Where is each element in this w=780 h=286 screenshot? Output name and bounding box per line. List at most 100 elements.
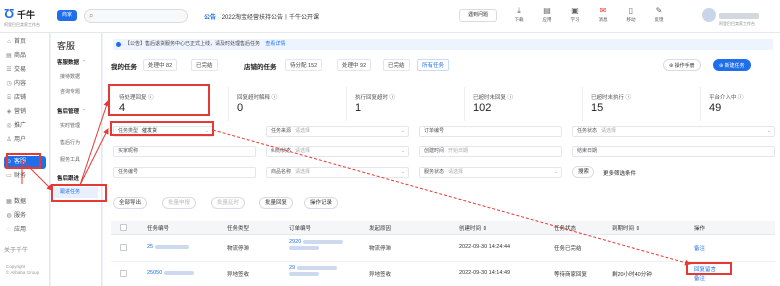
row-checkbox[interactable] (120, 270, 127, 277)
search-button[interactable]: 搜索 (572, 166, 594, 178)
sub-group-service-data[interactable]: 客服数据 ⌃ (57, 58, 87, 66)
nav-service-market[interactable]: ◍ 服务 (4, 210, 46, 223)
field-label: 结束日期 (577, 148, 598, 154)
nav-data[interactable]: ▦ 数据 (4, 196, 46, 209)
sub-item-followup-task[interactable]: 跟进任务 (54, 187, 98, 198)
help-button[interactable]: 遇到问题 (459, 9, 498, 22)
nav-promotion[interactable]: ◎ 推广 (4, 120, 46, 133)
stat-pending-reply[interactable]: 待处理回复 ⓘ 4 (111, 87, 229, 121)
service-market-icon: ◍ (6, 213, 12, 219)
field-label: 商品名称 (271, 169, 292, 175)
order-number-input[interactable]: 订单编号 (419, 126, 562, 137)
nav-store[interactable]: ⌸ 店铺 (4, 92, 46, 105)
col-due-time[interactable]: 到期时间 ⇕ (612, 224, 640, 232)
nav-store-label: 店铺 (14, 95, 27, 101)
stat-platform-intervention[interactable]: 平台介入中 ⓘ 49 (701, 87, 780, 121)
export-all-button[interactable]: 全部导出 (113, 197, 148, 209)
content-icon: ◷ (6, 81, 12, 87)
col-actions: 操作 (694, 226, 706, 232)
avatar[interactable] (702, 8, 716, 22)
nav-apps[interactable]: ◌ 应用 (4, 224, 46, 237)
announcement-bar[interactable]: 公告 2022淘宝经营扶持公告丨千牛公开课 (204, 12, 319, 21)
task-id[interactable]: 25050 (147, 270, 194, 276)
manual-button[interactable]: ⊛ 操作手册 (663, 59, 701, 71)
toolbar-feedback[interactable]: ✎ 反馈 (648, 6, 670, 23)
created-end-date[interactable]: 结束日期 (572, 146, 775, 157)
created-start-date[interactable]: 创建时间 开始日期 (419, 146, 562, 157)
stat-value: 4 (119, 102, 126, 114)
nav-service[interactable]: ☺ 客服 (4, 156, 46, 169)
learn-icon: ▣ (571, 6, 579, 15)
sub-item-service-tools[interactable]: 服务工具 (60, 156, 80, 163)
stat-exec-timeout[interactable]: 执行回复超时 ⓘ 1 (347, 87, 465, 121)
chip-my-completed[interactable]: 已完结 (191, 59, 218, 71)
nav-marketing[interactable]: ◈ 营销 (4, 106, 46, 119)
batch-declare-button[interactable]: 批量申报 (162, 197, 197, 209)
remark-link[interactable]: 备注 (694, 244, 705, 252)
store-switch-button[interactable]: 商家 (57, 10, 78, 21)
sub-group-aftersale-followup[interactable]: 售后跟进 ⌃ (57, 174, 87, 182)
more-filters-link[interactable]: 更多筛选条件 (603, 169, 636, 177)
toolbar-message[interactable]: ✉ 消息 (592, 6, 614, 23)
stat-value: 0 (237, 102, 244, 114)
nav-content[interactable]: ◷ 内容 (4, 78, 46, 91)
task-number-input[interactable]: 任务编号 (113, 167, 256, 178)
stat-reply-timeout-explain[interactable]: 回复超时解释 ⓘ 0 (229, 87, 347, 121)
sub-item-aftersale-behavior[interactable]: 售后行为 (60, 139, 80, 146)
toolbar-download-label: 下载 (514, 17, 524, 22)
data-icon: ▦ (6, 199, 12, 205)
nav-order[interactable]: ☰ 交易 (4, 64, 46, 77)
chip-all-tasks[interactable]: 所有任务 (417, 59, 450, 71)
chevron-up-icon: ⌃ (82, 176, 87, 182)
service-status-select[interactable]: 服务状态 请选择 ⌄ (419, 167, 562, 178)
remark-link[interactable]: 备注 (694, 274, 705, 282)
stat-label: 执行回复超时 ⓘ (355, 95, 396, 101)
sub-item-reception-data[interactable]: 接待数据 (60, 73, 80, 80)
operation-log-button[interactable]: 操作记录 (304, 197, 339, 209)
toolbar-download[interactable]: ⤓ 下载 (508, 6, 530, 23)
notice-link[interactable]: 查看详情 (265, 41, 285, 47)
user-name[interactable] (719, 13, 759, 19)
nav-home[interactable]: ⌂ 首页 (4, 36, 46, 49)
row-checkbox[interactable] (120, 244, 127, 251)
nav-product-label: 商品 (14, 53, 27, 59)
task-type-select[interactable]: 任务类型 催发货 ⌄ (113, 126, 213, 137)
nav-product[interactable]: ▤ 商品 (4, 50, 46, 63)
order-id[interactable]: 2920 (289, 239, 343, 251)
chevron-down-icon: ⌄ (204, 128, 209, 134)
nav-about[interactable]: 关于千牛 (4, 245, 46, 258)
sub-item-realtime-mgmt[interactable]: 实时管理 (60, 122, 80, 129)
nav-service-label: 客服 (14, 159, 27, 165)
task-id[interactable]: 25 (147, 244, 189, 250)
select-all-checkbox[interactable] (120, 224, 127, 231)
nav-user[interactable]: ♙ 用户 (4, 134, 46, 147)
logo[interactable]: Ʊ 千牛 阿里巴巴卖家工作台 (4, 6, 52, 30)
buyer-nick-input[interactable]: 买家昵称 (113, 146, 256, 157)
chip-store-processing[interactable]: 处理中 92 (337, 59, 372, 71)
task-source-select[interactable]: 任务来源 请选择 ⌄ (266, 126, 409, 137)
stat-overdue-unreplied[interactable]: 已超时未回复 ⓘ 102 (465, 87, 583, 121)
sub-item-consult-topic[interactable]: 咨询专题 (60, 88, 80, 95)
toolbar-mobile[interactable]: ▯ 移动 (620, 6, 642, 23)
announcement-text[interactable]: 2022淘宝经营扶持公告丨千牛公开课 (222, 15, 319, 21)
global-search-input[interactable]: ⌕ (84, 9, 188, 23)
nav-finance[interactable]: ▭ 财务 (4, 170, 46, 183)
sub-group-aftersale-mgmt[interactable]: 售后管理 ⌃ (57, 107, 87, 115)
chip-store-completed[interactable]: 已完结 (383, 59, 410, 71)
toolbar-learn[interactable]: ▣ 学习 (564, 6, 586, 23)
batch-delay-button[interactable]: 批量延时 (211, 197, 246, 209)
task-status-select[interactable]: 任务状态 请选择 ⌄ (572, 126, 775, 137)
batch-reply-button[interactable]: 批量回复 (259, 197, 294, 209)
new-task-button[interactable]: ⊕ 新建任务 (713, 59, 751, 71)
toolbar-app-label: 应用 (542, 17, 552, 22)
goods-name-select[interactable]: 商品名称 请选择 ⌄ (266, 167, 409, 178)
chip-store-unassigned[interactable]: 待分配 152 (285, 59, 323, 71)
toolbar-app[interactable]: ▤ 应用 (536, 6, 558, 23)
reply-message-link[interactable]: 回复留言 (694, 265, 716, 273)
chip-my-processing[interactable]: 处理中 82 (143, 59, 178, 71)
order-id[interactable]: 29 (289, 265, 337, 277)
stat-overdue-unexecuted[interactable]: 已超时未执行 ⓘ 15 (583, 87, 701, 121)
stat-label: 待处理回复 ⓘ (119, 95, 154, 101)
col-created-time[interactable]: 创建时间 ⇕ (459, 224, 487, 232)
case-status-select[interactable]: 纠纷状态 请选择 ⌄ (266, 146, 409, 157)
